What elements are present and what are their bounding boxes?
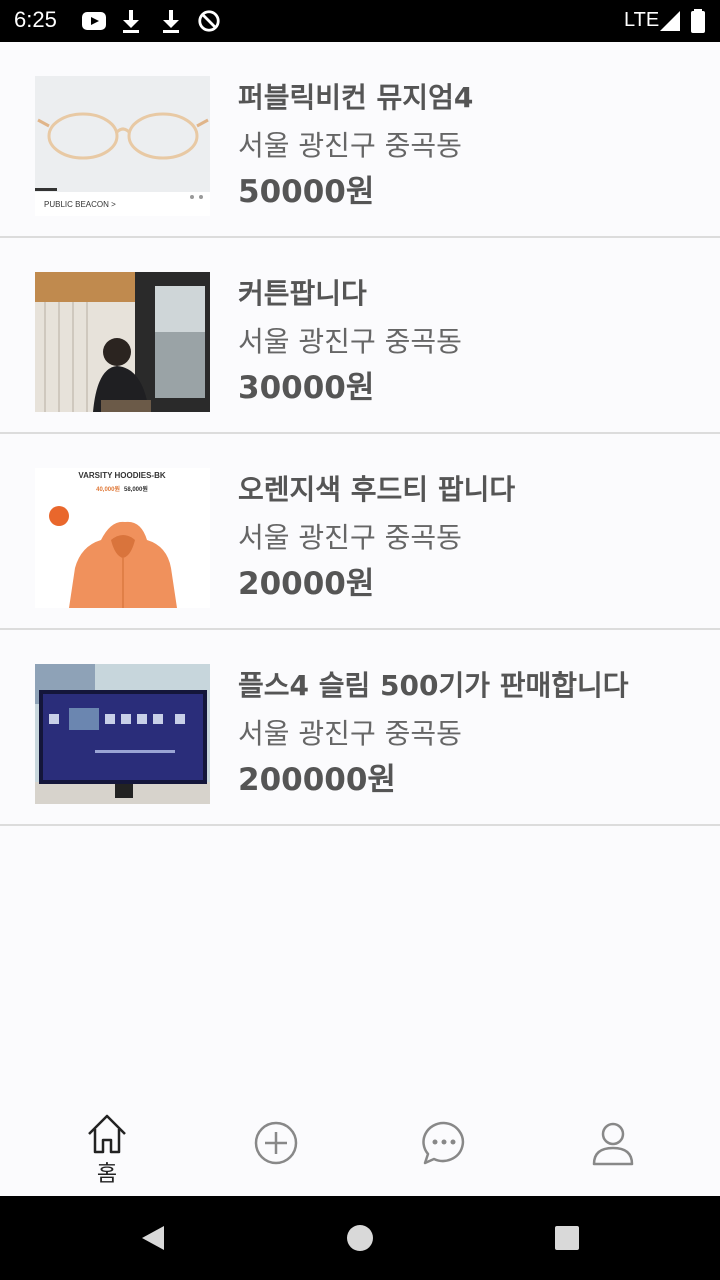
listing-title: 오렌지색 후드티 팝니다 xyxy=(238,473,516,506)
status-bar: 6:25 LTE xyxy=(0,0,720,42)
bottom-tab-bar: 홈 xyxy=(0,1098,720,1196)
user-icon xyxy=(592,1122,634,1166)
tab-home[interactable]: 홈 xyxy=(85,1114,145,1190)
tab-chat[interactable] xyxy=(421,1120,481,1190)
listing-price: 20000원 xyxy=(238,566,375,602)
listing-thumbnail: VARSITY HOODIES-BK 40,000원 58,000원 xyxy=(35,468,210,608)
listing-thumbnail xyxy=(35,664,210,804)
list-item[interactable]: PUBLIC BEACON > 퍼블릭비컨 뮤지엄4 서울 광진구 중곡동 50… xyxy=(0,42,720,238)
thumb-sale-price: 40,000원 xyxy=(96,485,120,493)
listing-price: 30000원 xyxy=(238,370,375,406)
listing-list: PUBLIC BEACON > 퍼블릭비컨 뮤지엄4 서울 광진구 중곡동 50… xyxy=(0,42,720,826)
youtube-icon xyxy=(82,12,106,30)
thumb-caption: PUBLIC BEACON > xyxy=(44,200,116,209)
listing-location: 서울 광진구 중곡동 xyxy=(238,717,462,750)
tab-add[interactable] xyxy=(253,1120,313,1190)
listing-thumbnail xyxy=(35,272,210,412)
listing-title: 커튼팝니다 xyxy=(238,277,367,310)
status-time: 6:25 xyxy=(14,7,57,32)
home-icon xyxy=(88,1114,126,1154)
home-nav-icon[interactable] xyxy=(340,1218,380,1258)
list-item[interactable]: 플스4 슬림 500기가 판매합니다 서울 광진구 중곡동 200000원 xyxy=(0,630,720,826)
tab-home-label: 홈 xyxy=(96,1162,118,1187)
add-circle-icon xyxy=(254,1121,298,1165)
list-item[interactable]: VARSITY HOODIES-BK 40,000원 58,000원 오렌지색 … xyxy=(0,434,720,630)
thumb-original-price: 58,000원 xyxy=(124,485,148,493)
listing-thumbnail: PUBLIC BEACON > xyxy=(35,76,210,216)
listing-price: 50000원 xyxy=(238,174,375,210)
network-type: LTE xyxy=(624,9,660,31)
download-icon xyxy=(163,10,179,33)
listing-price: 200000원 xyxy=(238,762,396,798)
list-item[interactable]: 커튼팝니다 서울 광진구 중곡동 30000원 xyxy=(0,238,720,434)
listing-location: 서울 광진구 중곡동 xyxy=(238,325,462,358)
download-icon xyxy=(123,10,139,33)
chat-icon xyxy=(422,1121,465,1165)
tab-profile[interactable] xyxy=(592,1120,652,1190)
system-nav-bar xyxy=(0,1196,720,1280)
listing-location: 서울 광진구 중곡동 xyxy=(238,521,462,554)
back-icon[interactable] xyxy=(134,1218,174,1258)
listing-title: 퍼블릭비컨 뮤지엄4 xyxy=(238,81,474,114)
battery-icon xyxy=(691,9,705,33)
recents-icon[interactable] xyxy=(547,1218,587,1258)
signal-icon xyxy=(660,11,680,31)
sync-disabled-icon xyxy=(198,10,220,32)
thumb-caption: VARSITY HOODIES-BK xyxy=(78,471,165,480)
listing-location: 서울 광진구 중곡동 xyxy=(238,129,462,162)
listing-title: 플스4 슬림 500기가 판매합니다 xyxy=(238,669,629,702)
